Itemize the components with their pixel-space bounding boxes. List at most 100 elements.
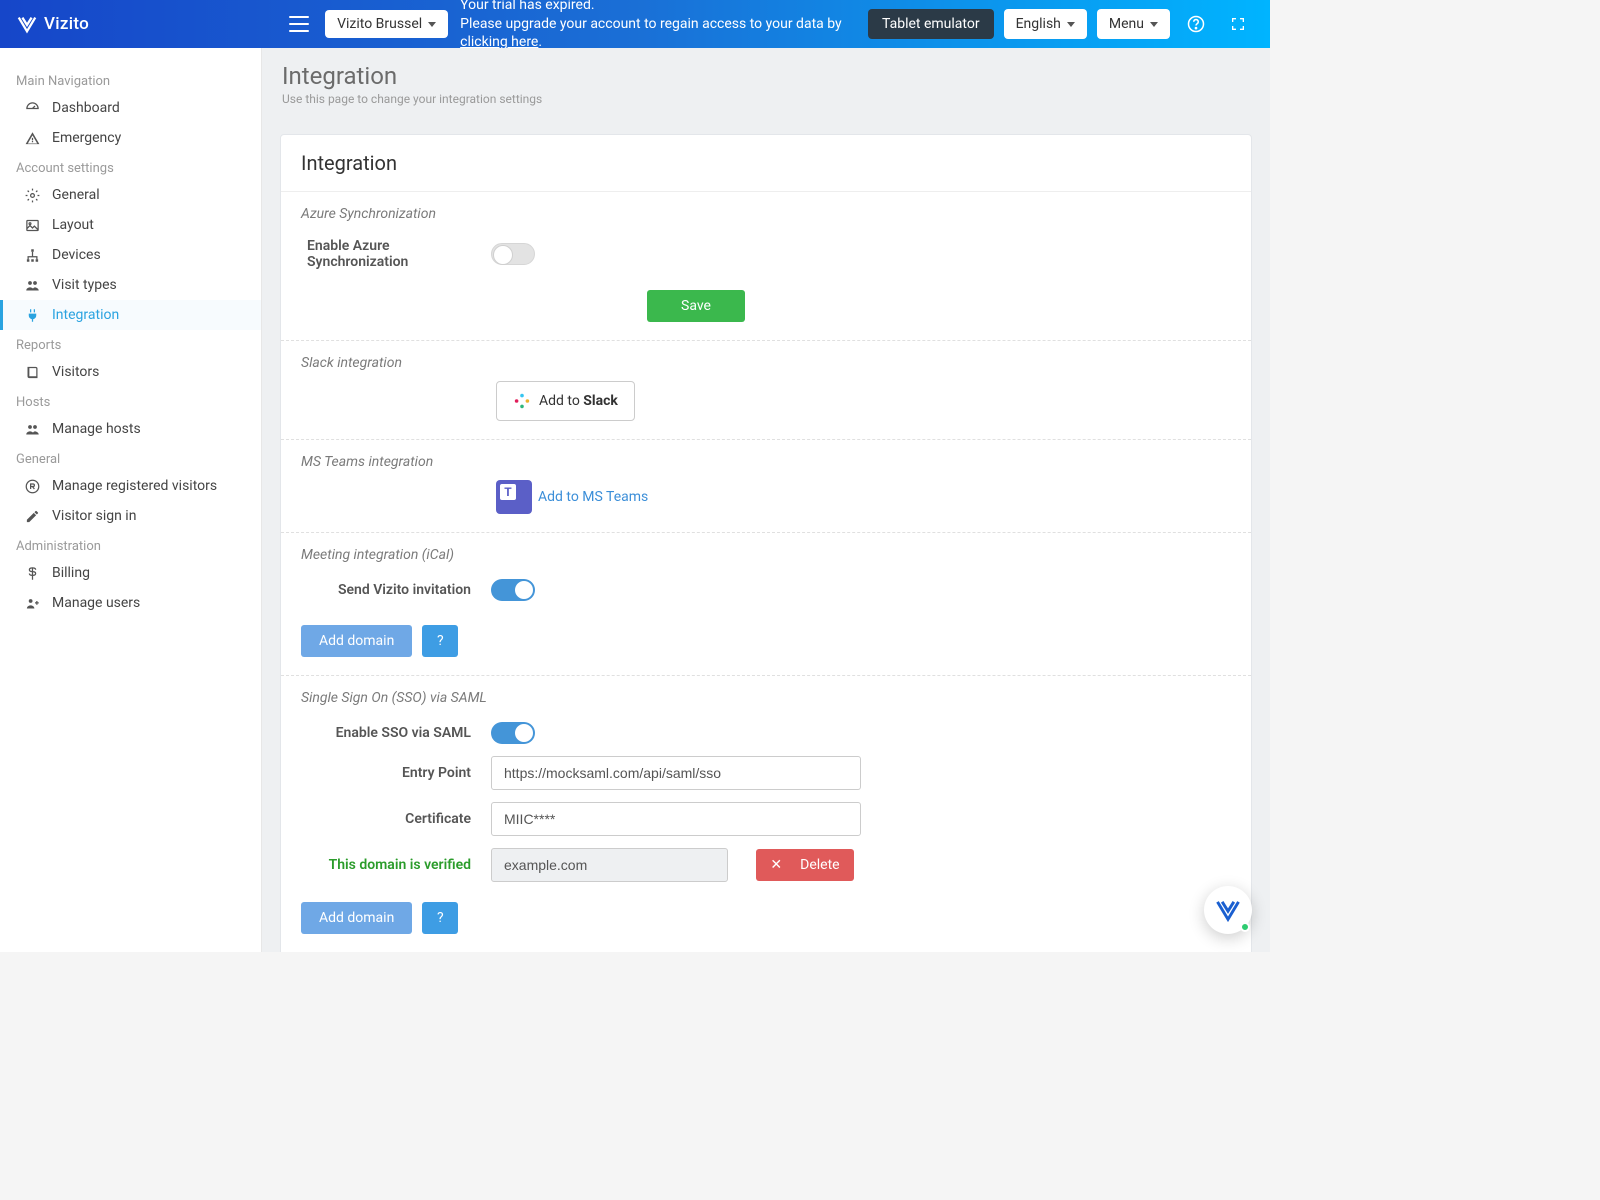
- azure-save-button[interactable]: Save: [647, 290, 745, 322]
- tachometer-icon: [24, 100, 40, 116]
- menu-dropdown[interactable]: Menu: [1097, 9, 1170, 39]
- sso-verified-label: This domain is verified: [301, 857, 491, 873]
- sidebar-item-label: Devices: [52, 247, 101, 263]
- azure-enable-label: Enable Azure Synchronization: [301, 238, 491, 270]
- ical-send-toggle[interactable]: [491, 579, 535, 601]
- azure-enable-toggle[interactable]: [491, 243, 535, 265]
- sso-entrypoint-input[interactable]: [491, 756, 861, 790]
- ical-help-button[interactable]: ?: [422, 625, 458, 657]
- add-to-slack-button[interactable]: Add to Slack: [496, 381, 635, 421]
- slack-icon: [513, 392, 531, 410]
- section-title: Azure Synchronization: [301, 206, 1231, 222]
- sidebar-group-header: Administration: [0, 531, 261, 558]
- sidebar-item-emergency[interactable]: Emergency: [0, 123, 261, 153]
- sso-entrypoint-label: Entry Point: [301, 765, 491, 781]
- trial-line2: Please upgrade your account to regain ac…: [460, 15, 868, 53]
- location-selector[interactable]: Vizito Brussel: [325, 10, 448, 38]
- sidebar-item-label: Manage users: [52, 595, 140, 611]
- sidebar-item-manage-registered-visitors[interactable]: Manage registered visitors: [0, 471, 261, 501]
- topbar-right: Tablet emulator English Menu: [868, 8, 1254, 40]
- sidebar-item-label: Billing: [52, 565, 90, 581]
- status-dot-icon: [1240, 922, 1250, 932]
- sidebar-item-general[interactable]: General: [0, 180, 261, 210]
- section-title: Single Sign On (SSO) via SAML: [301, 690, 1231, 706]
- pencil-icon: [24, 508, 40, 524]
- ical-add-domain-button[interactable]: Add domain: [301, 625, 412, 657]
- language-selector[interactable]: English: [1004, 9, 1087, 39]
- msteams-icon: [496, 480, 532, 514]
- sidebar-item-label: Dashboard: [52, 100, 120, 116]
- sidebar-item-label: General: [52, 187, 100, 203]
- sidebar-item-visit-types[interactable]: Visit types: [0, 270, 261, 300]
- tablet-emulator-button[interactable]: Tablet emulator: [868, 9, 994, 39]
- sidebar-group-header: Hosts: [0, 387, 261, 414]
- section-ical: Meeting integration (iCal) Send Vizito i…: [281, 533, 1251, 676]
- fullscreen-button[interactable]: [1222, 8, 1254, 40]
- sidebar-item-label: Visit types: [52, 277, 117, 293]
- topbar: Vizito Vizito Brussel Your trial has exp…: [0, 0, 1270, 48]
- user-plus-icon: [24, 595, 40, 611]
- gear-icon: [24, 187, 40, 203]
- sidebar-group-header: Account settings: [0, 153, 261, 180]
- section-title: Meeting integration (iCal): [301, 547, 1231, 563]
- sso-add-domain-button[interactable]: Add domain: [301, 902, 412, 934]
- image-icon: [24, 217, 40, 233]
- sidebar-item-integration[interactable]: Integration: [0, 300, 261, 330]
- sidebar-item-layout[interactable]: Layout: [0, 210, 261, 240]
- sso-certificate-input[interactable]: [491, 802, 861, 836]
- add-to-teams-link[interactable]: Add to MS Teams: [538, 489, 648, 505]
- main-content: Integration Use this page to change your…: [262, 48, 1270, 952]
- sidebar-item-manage-hosts[interactable]: Manage hosts: [0, 414, 261, 444]
- sitemap-icon: [24, 247, 40, 263]
- integration-panel: Integration Azure Synchronization Enable…: [280, 134, 1252, 952]
- caret-down-icon: [1067, 22, 1075, 27]
- brand-logo[interactable]: Vizito: [16, 13, 89, 35]
- sidebar-item-label: Emergency: [52, 130, 121, 146]
- section-slack: Slack integration Add to Slack: [281, 341, 1251, 440]
- page-header: Integration Use this page to change your…: [262, 48, 1270, 116]
- sso-enable-label: Enable SSO via SAML: [301, 725, 491, 741]
- book-icon: [24, 364, 40, 380]
- sidebar: Main Navigation Dashboard Emergency Account…: [0, 48, 262, 952]
- location-name: Vizito Brussel: [337, 16, 422, 32]
- sidebar-item-label: Manage registered visitors: [52, 478, 217, 494]
- trial-banner: Your trial has expired. Please upgrade y…: [460, 0, 868, 52]
- panel-title: Integration: [281, 135, 1251, 192]
- registered-icon: [24, 478, 40, 494]
- section-title: MS Teams integration: [301, 454, 1231, 470]
- close-icon: ✕: [770, 857, 782, 873]
- sso-certificate-label: Certificate: [301, 811, 491, 827]
- dollar-icon: [24, 565, 40, 581]
- sidebar-item-dashboard[interactable]: Dashboard: [0, 93, 261, 123]
- sidebar-item-label: Layout: [52, 217, 94, 233]
- page-subtitle: Use this page to change your integration…: [282, 92, 1250, 106]
- sidebar-item-label: Integration: [52, 307, 119, 323]
- sidebar-group-header: Main Navigation: [0, 66, 261, 93]
- sso-enable-toggle[interactable]: [491, 722, 535, 744]
- page-title: Integration: [282, 62, 1250, 90]
- help-button[interactable]: [1180, 8, 1212, 40]
- sso-delete-domain-button[interactable]: ✕ Delete: [756, 849, 854, 881]
- sidebar-item-manage-users[interactable]: Manage users: [0, 588, 261, 618]
- sidebar-item-billing[interactable]: Billing: [0, 558, 261, 588]
- section-azure: Azure Synchronization Enable Azure Synch…: [281, 192, 1251, 341]
- sidebar-item-visitor-sign-in[interactable]: Visitor sign in: [0, 501, 261, 531]
- sso-domain-input[interactable]: [491, 848, 728, 882]
- sidebar-item-label: Visitor sign in: [52, 508, 136, 524]
- chat-widget[interactable]: [1204, 886, 1252, 934]
- caret-down-icon: [428, 22, 436, 27]
- sso-help-button[interactable]: ?: [422, 902, 458, 934]
- sidebar-item-label: Visitors: [52, 364, 99, 380]
- sidebar-group-header: General: [0, 444, 261, 471]
- sidebar-group-header: Reports: [0, 330, 261, 357]
- ical-send-label: Send Vizito invitation: [301, 582, 491, 598]
- users-icon: [24, 421, 40, 437]
- sidebar-item-visitors[interactable]: Visitors: [0, 357, 261, 387]
- sidebar-item-devices[interactable]: Devices: [0, 240, 261, 270]
- section-teams: MS Teams integration Add to MS Teams: [281, 440, 1251, 533]
- hamburger-icon[interactable]: [289, 16, 309, 32]
- caret-down-icon: [1150, 22, 1158, 27]
- plug-icon: [24, 307, 40, 323]
- trial-line1: Your trial has expired.: [460, 0, 868, 15]
- users-icon: [24, 277, 40, 293]
